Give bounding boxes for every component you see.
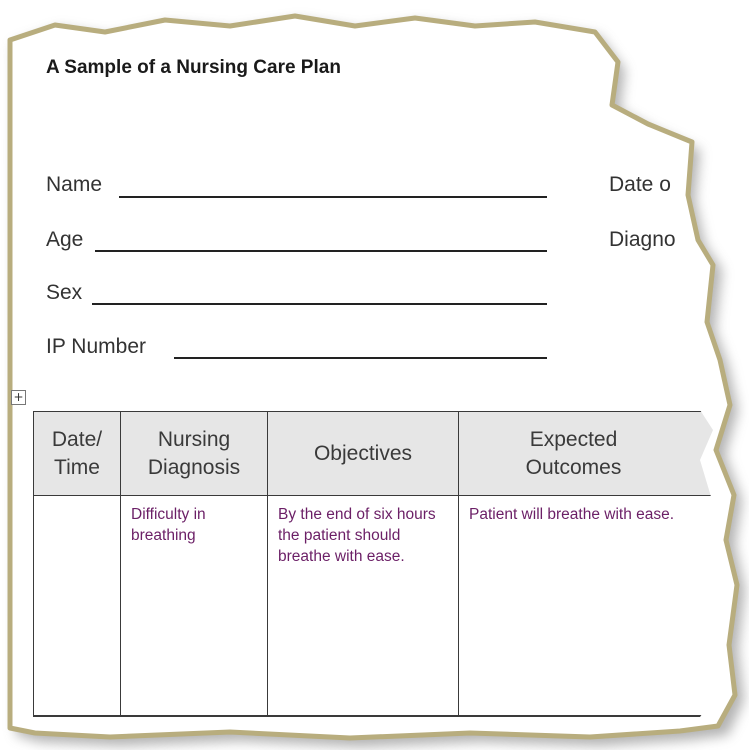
header-nursing-diagnosis: Nursing Diagnosis xyxy=(120,411,267,495)
row-expected-outcomes-text: Patient will breathe with ease. xyxy=(469,506,675,523)
header-nursing-diagnosis-text: Nursing Diagnosis xyxy=(147,427,241,479)
header-objectives: Objectives xyxy=(267,411,458,495)
header-expected-outcomes: Expected Outcomes xyxy=(458,411,716,495)
row-objectives-text: By the end of six hours the patient shou… xyxy=(278,506,436,565)
header-expected-outcomes-text: Expected Outcomes xyxy=(525,427,622,479)
row-expected-outcomes-cell[interactable]: Patient will breathe with ease. xyxy=(458,495,716,717)
document-page: A Sample of a Nursing Care Plan Name Age… xyxy=(0,0,749,750)
header-objectives-text: Objectives xyxy=(313,441,413,465)
row-nursing-diagnosis-text: Difficulty in breathing xyxy=(131,506,206,544)
row-nursing-diagnosis-cell[interactable]: Difficulty in breathing xyxy=(120,495,267,717)
header-date-time-text: Date/ Time xyxy=(51,427,103,479)
header-date-time: Date/ Time xyxy=(33,411,120,495)
row-objectives-cell[interactable]: By the end of six hours the patient shou… xyxy=(267,495,458,717)
table-bottom-border xyxy=(33,715,716,717)
care-plan-table: Date/ Time Nursing Diagnosis Objectives … xyxy=(0,0,716,717)
row-date-time-cell[interactable] xyxy=(33,495,120,717)
